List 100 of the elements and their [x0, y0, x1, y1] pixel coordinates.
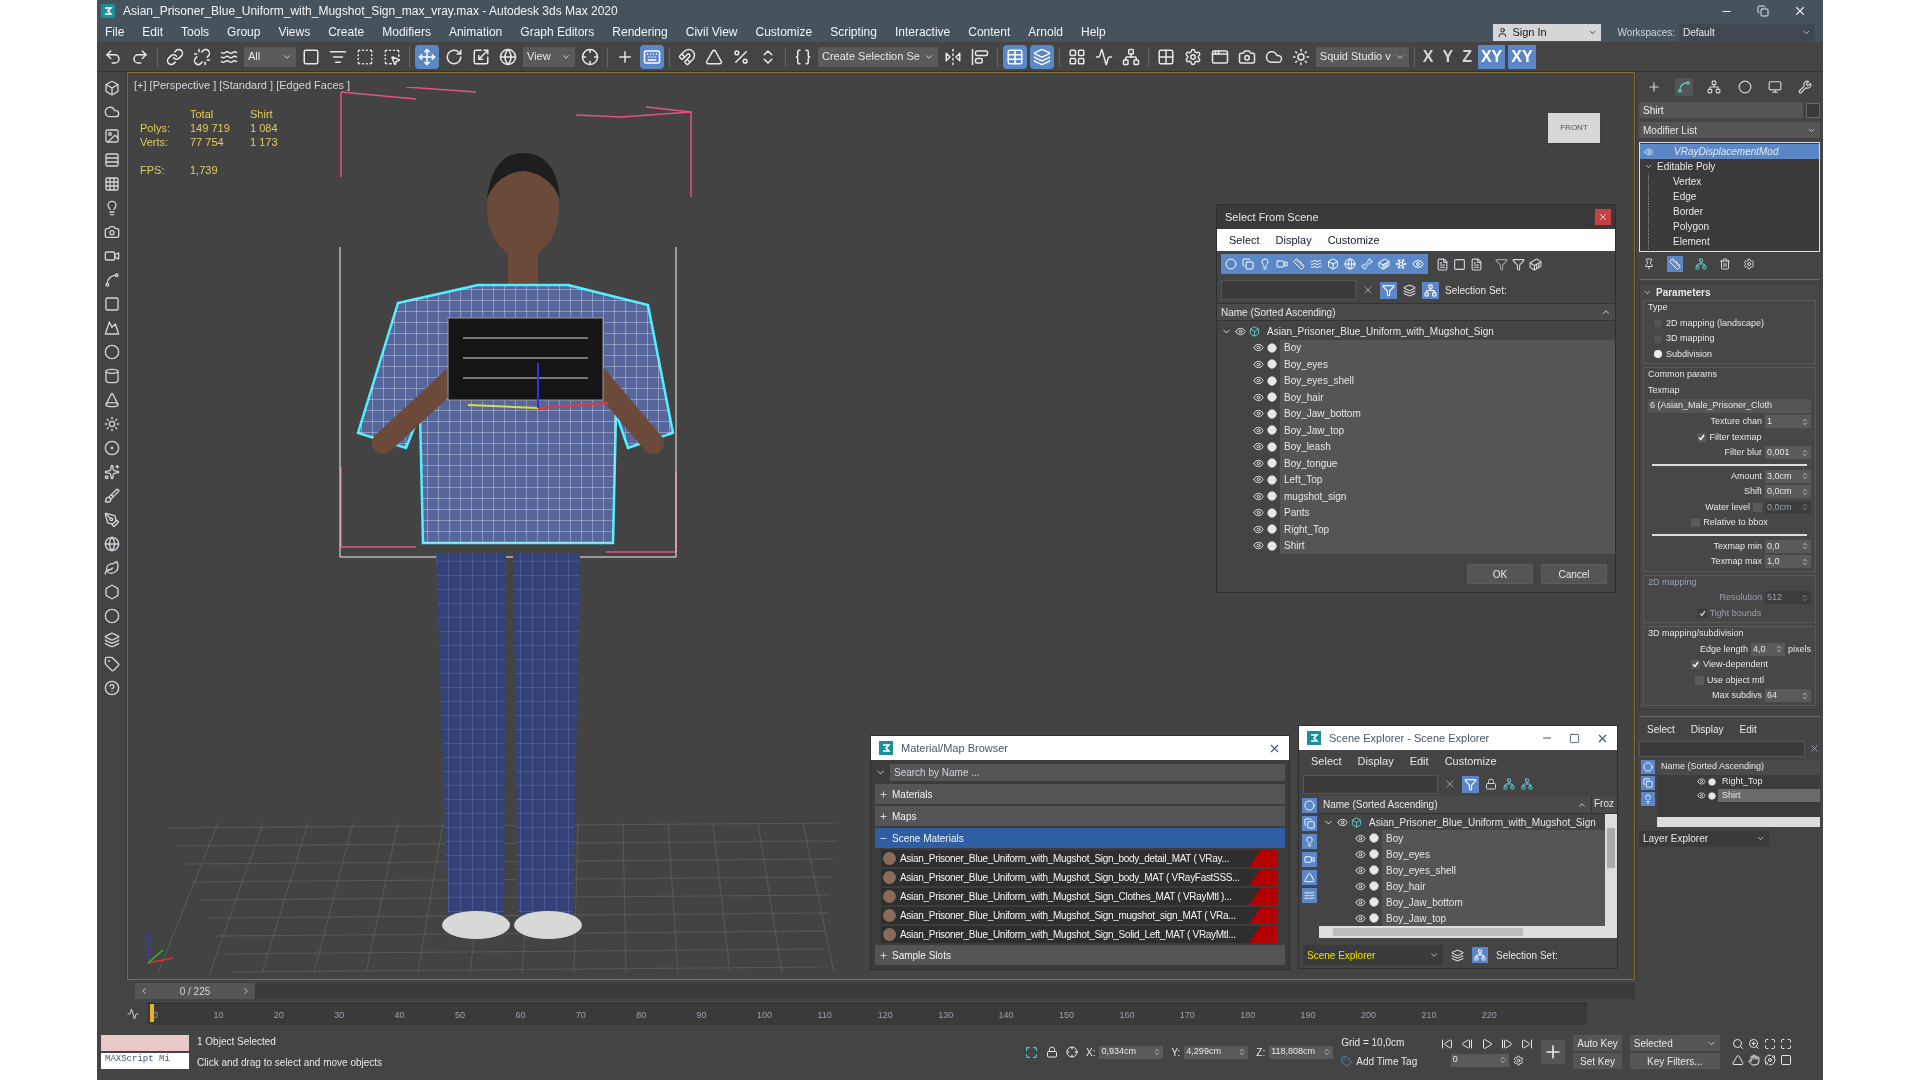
group-header[interactable]: Sample Slots: [875, 945, 1285, 965]
spinner-field[interactable]: 64: [1765, 689, 1811, 703]
menu-item[interactable]: Select: [1311, 752, 1342, 770]
menu-item[interactable]: Civil View: [685, 23, 738, 41]
menu-item[interactable]: Views: [278, 23, 311, 41]
sub-object-item[interactable]: Edge: [1648, 189, 1819, 204]
tree-item[interactable]: Boy_Jaw_top: [1280, 422, 1615, 439]
spinner-field[interactable]: 1,0: [1765, 555, 1811, 569]
key-filters-button[interactable]: Key Filters...: [1629, 1053, 1720, 1069]
axis-constraint-button[interactable]: Y: [1439, 44, 1457, 69]
group-node-label[interactable]: Asian_Prisoner_Blue_Uniform_with_Mugshot_Sign: [1365, 814, 1605, 830]
menu-item[interactable]: Customize: [1444, 752, 1497, 770]
menu-item[interactable]: Scripting: [830, 23, 877, 41]
viewport-label[interactable]: [+] [Perspective ] [Standard ] [Edged Faces ]: [134, 77, 351, 94]
menu-item[interactable]: Select: [1229, 231, 1260, 249]
axis-constraint-button[interactable]: X: [1419, 44, 1437, 69]
menu-item[interactable]: Customize: [755, 23, 813, 41]
menu-item[interactable]: Content: [968, 23, 1011, 41]
menu-item[interactable]: Edit: [1739, 722, 1757, 737]
menu-item[interactable]: Edit: [1409, 752, 1429, 770]
set-key-button[interactable]: Set Key: [1573, 1053, 1622, 1069]
menu-item[interactable]: Display: [1275, 231, 1312, 249]
group-header[interactable]: Maps: [875, 806, 1285, 826]
menu-item[interactable]: Help: [1080, 23, 1106, 41]
tree-item[interactable]: Boy: [1382, 830, 1605, 846]
spinner-field[interactable]: 4,0: [1751, 642, 1785, 656]
sign-in-dropdown[interactable]: Sign In: [1493, 23, 1602, 41]
key-mode-dropdown[interactable]: Selected: [1629, 1035, 1720, 1051]
sub-object-item[interactable]: Border: [1648, 204, 1819, 219]
rollout-header[interactable]: Parameters: [1643, 284, 1816, 300]
tree-item[interactable]: Boy_Jaw_bottom: [1382, 894, 1605, 910]
search-field[interactable]: Search by Name ...: [890, 763, 1285, 781]
menu-item[interactable]: Create: [328, 23, 365, 41]
texmap-button[interactable]: 6 (Asian_Male_Prisoner_Cloth: [1648, 399, 1811, 413]
tree-item[interactable]: Boy_hair: [1280, 389, 1615, 406]
material-item[interactable]: Asian_Prisoner_Blue_Uniform_with_Mugshot_Sign_Clothes_MAT ( VRayMtl )...: [881, 888, 1277, 905]
axis-constraint-button[interactable]: Z: [1459, 44, 1475, 69]
material-item[interactable]: Asian_Prisoner_Blue_Uniform_with_Mugshot_Sign_body_MAT ( VRayFastSSS...: [881, 869, 1277, 886]
axis-constraint-button[interactable]: XY: [1508, 44, 1536, 69]
tree-item[interactable]: Boy_hair: [1382, 878, 1605, 894]
dialog-button[interactable]: OK: [1467, 564, 1533, 584]
menu-item[interactable]: Graph Editors: [520, 23, 595, 41]
dialog-button[interactable]: Cancel: [1541, 564, 1607, 584]
spinner-field[interactable]: 0,001: [1765, 446, 1811, 460]
spinner-field[interactable]: 0: [1450, 1053, 1509, 1067]
material-item[interactable]: Asian_Prisoner_Blue_Uniform_with_Mugshot_Sign_mugshot_sign_MAT ( VRa...: [881, 907, 1277, 924]
dropdown[interactable]: All: [244, 46, 296, 67]
menu-item[interactable]: Animation: [448, 23, 503, 41]
object-name-field[interactable]: Shirt: [1639, 102, 1803, 118]
tree-item[interactable]: Right_Top: [1280, 521, 1615, 538]
group-header[interactable]: Materials: [875, 784, 1285, 804]
spinner-field[interactable]: 3,0cm: [1765, 469, 1811, 483]
dropdown[interactable]: View: [523, 46, 575, 67]
menu-item[interactable]: File: [105, 23, 125, 41]
tree-item[interactable]: Boy_eyes: [1280, 356, 1615, 373]
time-slider-thumb[interactable]: 0 / 225: [135, 983, 255, 999]
menu-item[interactable]: Modifiers: [382, 23, 431, 41]
spinner-field[interactable]: 0,0: [1765, 539, 1811, 553]
menu-item[interactable]: Group: [227, 23, 261, 41]
explorer-dropdown[interactable]: Layer Explorer: [1639, 830, 1769, 847]
menu-item[interactable]: Tools: [181, 23, 210, 41]
group-node-label[interactable]: Asian_Prisoner_Blue_Uniform_with_Mugshot_Sign: [1263, 323, 1615, 340]
column-header[interactable]: Name (Sorted Ascending): [1319, 796, 1591, 813]
spinner-field[interactable]: 0,0cm: [1765, 500, 1811, 514]
dropdown[interactable]: Create Selection Se: [818, 46, 938, 67]
tree-item[interactable]: Boy: [1280, 339, 1615, 356]
script-field[interactable]: MAXScript Mi: [101, 1053, 189, 1069]
menu-item[interactable]: Rendering: [612, 23, 668, 41]
material-item[interactable]: Asian_Prisoner_Blue_Uniform_with_Mugshot_Sign_Solid_Left_MAT ( VRayMtl...: [881, 926, 1277, 943]
tree-item[interactable]: Right_Top: [1718, 774, 1820, 789]
tree-item[interactable]: Boy_Jaw_top: [1382, 910, 1605, 926]
tree-item[interactable]: Boy_tongue: [1280, 455, 1615, 472]
spinner-field[interactable]: 4,299cm: [1184, 1045, 1249, 1059]
tree-item[interactable]: mugshot_sign: [1280, 488, 1615, 505]
column-header[interactable]: Name (Sorted Ascending): [1217, 303, 1615, 321]
explorer-dropdown[interactable]: Scene Explorer: [1303, 945, 1443, 965]
spinner-field[interactable]: 0,0cm: [1765, 485, 1811, 499]
column-header[interactable]: Froz: [1591, 796, 1617, 813]
spinner-field[interactable]: 0,934cm: [1099, 1045, 1164, 1059]
menu-item[interactable]: Interactive: [894, 23, 951, 41]
dropdown[interactable]: Squid Studio v: [1315, 46, 1409, 67]
time-slider-track[interactable]: 0 / 225: [135, 983, 1635, 999]
axis-constraint-button[interactable]: XY: [1477, 44, 1506, 69]
menu-item[interactable]: Edit: [142, 23, 164, 41]
menu-item[interactable]: Display: [1690, 722, 1724, 737]
tree-item[interactable]: Boy_eyes_shell: [1382, 862, 1605, 878]
tree-item[interactable]: Boy_eyes: [1382, 846, 1605, 862]
group-header[interactable]: Scene Materials: [875, 828, 1285, 848]
sub-object-item[interactable]: Vertex: [1648, 174, 1819, 189]
column-header[interactable]: Name (Sorted Ascending): [1657, 759, 1820, 775]
tree-item[interactable]: Shirt: [1718, 788, 1820, 803]
menu-item[interactable]: Select: [1647, 722, 1675, 737]
viewcube-face[interactable]: FRONT: [1548, 113, 1600, 143]
material-item[interactable]: Asian_Prisoner_Blue_Uniform_with_Mugshot_Sign_body_detail_MAT ( VRay...: [881, 850, 1277, 867]
workspace-dropdown[interactable]: Default: [1679, 23, 1815, 41]
modifier-item[interactable]: Editable Poly: [1640, 159, 1819, 174]
spinner-field[interactable]: 118,808cm: [1269, 1045, 1334, 1059]
menu-item[interactable]: Customize: [1327, 231, 1380, 249]
menu-item[interactable]: Arnold: [1028, 23, 1063, 41]
sub-object-item[interactable]: Polygon: [1648, 219, 1819, 234]
